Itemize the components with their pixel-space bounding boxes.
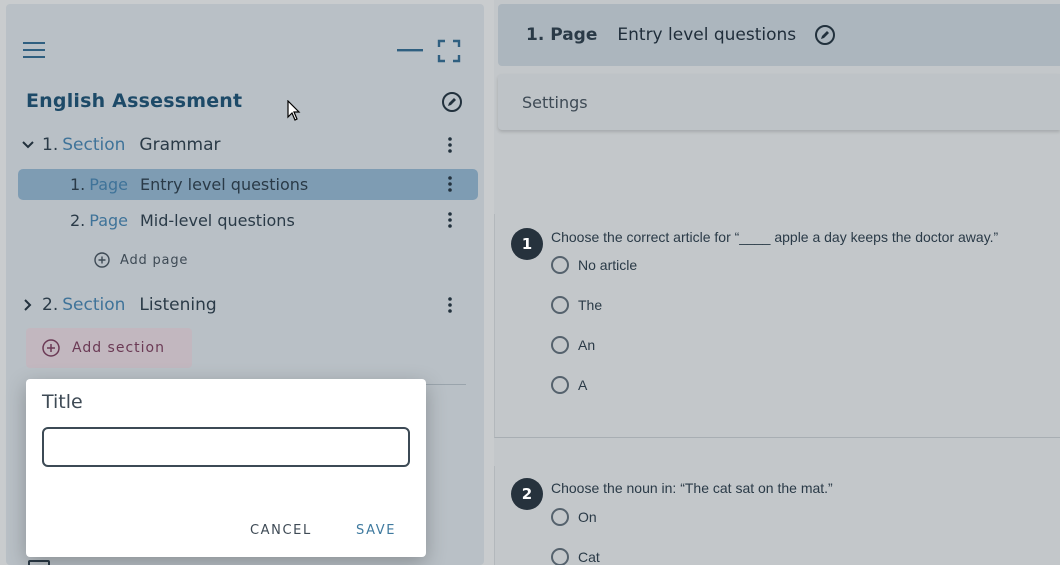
page-title: Entry level questions <box>617 25 797 45</box>
radio-button[interactable] <box>551 256 569 274</box>
cancel-button[interactable]: CANCEL <box>250 523 312 538</box>
dialog-title: Title <box>42 391 83 413</box>
question-text: Choose the correct article for “____ app… <box>551 229 999 245</box>
menu-icon[interactable] <box>22 38 46 62</box>
radio-option[interactable]: Cat <box>551 548 600 565</box>
radio-option[interactable]: No article <box>551 256 637 274</box>
question-card: 1 Choose the correct article for “____ a… <box>494 214 1060 438</box>
option-label: The <box>578 297 603 313</box>
radio-button[interactable] <box>551 296 569 314</box>
page-keyword: Page <box>89 175 128 194</box>
add-section-button[interactable]: Add section <box>26 328 192 368</box>
title-input[interactable] <box>42 427 410 467</box>
question-number-badge: 1 <box>511 228 543 260</box>
mouse-cursor-icon <box>287 100 301 121</box>
settings-label: Settings <box>522 92 588 112</box>
section-name: Listening <box>139 295 217 315</box>
option-label: No article <box>578 257 638 273</box>
option-label: Cat <box>578 549 600 565</box>
section-keyword: Section <box>62 295 126 315</box>
page-keyword: Page <box>89 211 128 230</box>
minimize-icon[interactable] <box>396 38 424 62</box>
section-name: Grammar <box>139 135 221 155</box>
section-number: 1. <box>42 135 59 155</box>
section-keyword: Section <box>62 135 126 155</box>
question-number-badge: 2 <box>511 478 543 510</box>
fullscreen-icon[interactable] <box>436 38 462 64</box>
radio-option[interactable]: On <box>551 508 597 526</box>
more-vert-icon[interactable] <box>444 174 456 194</box>
radio-button[interactable] <box>551 336 569 354</box>
section-row-grammar[interactable]: 1. Section Grammar <box>20 132 221 158</box>
chevron-right-icon[interactable] <box>20 297 36 313</box>
add-circle-icon <box>94 252 110 268</box>
page-number-label: 1. Page <box>526 25 598 45</box>
page-header: 1. Page Entry level questions <box>498 4 1060 66</box>
more-vert-icon[interactable] <box>444 295 456 315</box>
add-page-label: Add page <box>120 252 189 268</box>
question-text: Choose the noun in: “The cat sat on the … <box>551 480 833 496</box>
radio-option[interactable]: A <box>551 376 587 394</box>
divider <box>426 384 466 385</box>
edit-icon[interactable] <box>440 90 464 114</box>
chevron-down-icon[interactable] <box>20 137 36 153</box>
add-page-button[interactable]: Add page <box>94 252 188 268</box>
radio-button[interactable] <box>551 508 569 526</box>
section-number: 2. <box>42 295 59 315</box>
title-dialog: Title CANCEL SAVE <box>26 379 426 557</box>
radio-option[interactable]: An <box>551 336 595 354</box>
add-circle-icon <box>42 339 60 357</box>
radio-option[interactable]: The <box>551 296 602 314</box>
sidebar-item-entry-level-questions[interactable]: 1. Page Entry level questions <box>18 169 478 200</box>
radio-button[interactable] <box>551 376 569 394</box>
radio-button[interactable] <box>551 548 569 565</box>
page-number: 2. <box>70 211 86 230</box>
option-label: An <box>578 337 596 353</box>
assessment-title: English Assessment <box>26 90 243 112</box>
settings-panel[interactable]: Settings <box>498 74 1060 130</box>
sidebar-item-mid-level-questions[interactable]: 2. Page Mid-level questions <box>18 205 478 236</box>
add-section-label: Add section <box>72 340 165 356</box>
option-label: A <box>578 377 588 393</box>
list-icon[interactable] <box>28 560 50 565</box>
page-name: Entry level questions <box>140 175 309 194</box>
more-vert-icon[interactable] <box>444 135 456 155</box>
save-button[interactable]: SAVE <box>356 523 396 538</box>
page-name: Mid-level questions <box>140 211 295 230</box>
option-label: On <box>578 509 597 525</box>
more-vert-icon[interactable] <box>444 210 456 230</box>
edit-icon[interactable] <box>814 24 836 46</box>
page-number: 1. <box>70 175 86 194</box>
section-row-listening[interactable]: 2. Section Listening <box>20 292 217 318</box>
main-content: 1. Page Entry level questions Settings 1… <box>494 0 1060 565</box>
question-card: 2 Choose the noun in: “The cat sat on th… <box>494 466 1060 565</box>
